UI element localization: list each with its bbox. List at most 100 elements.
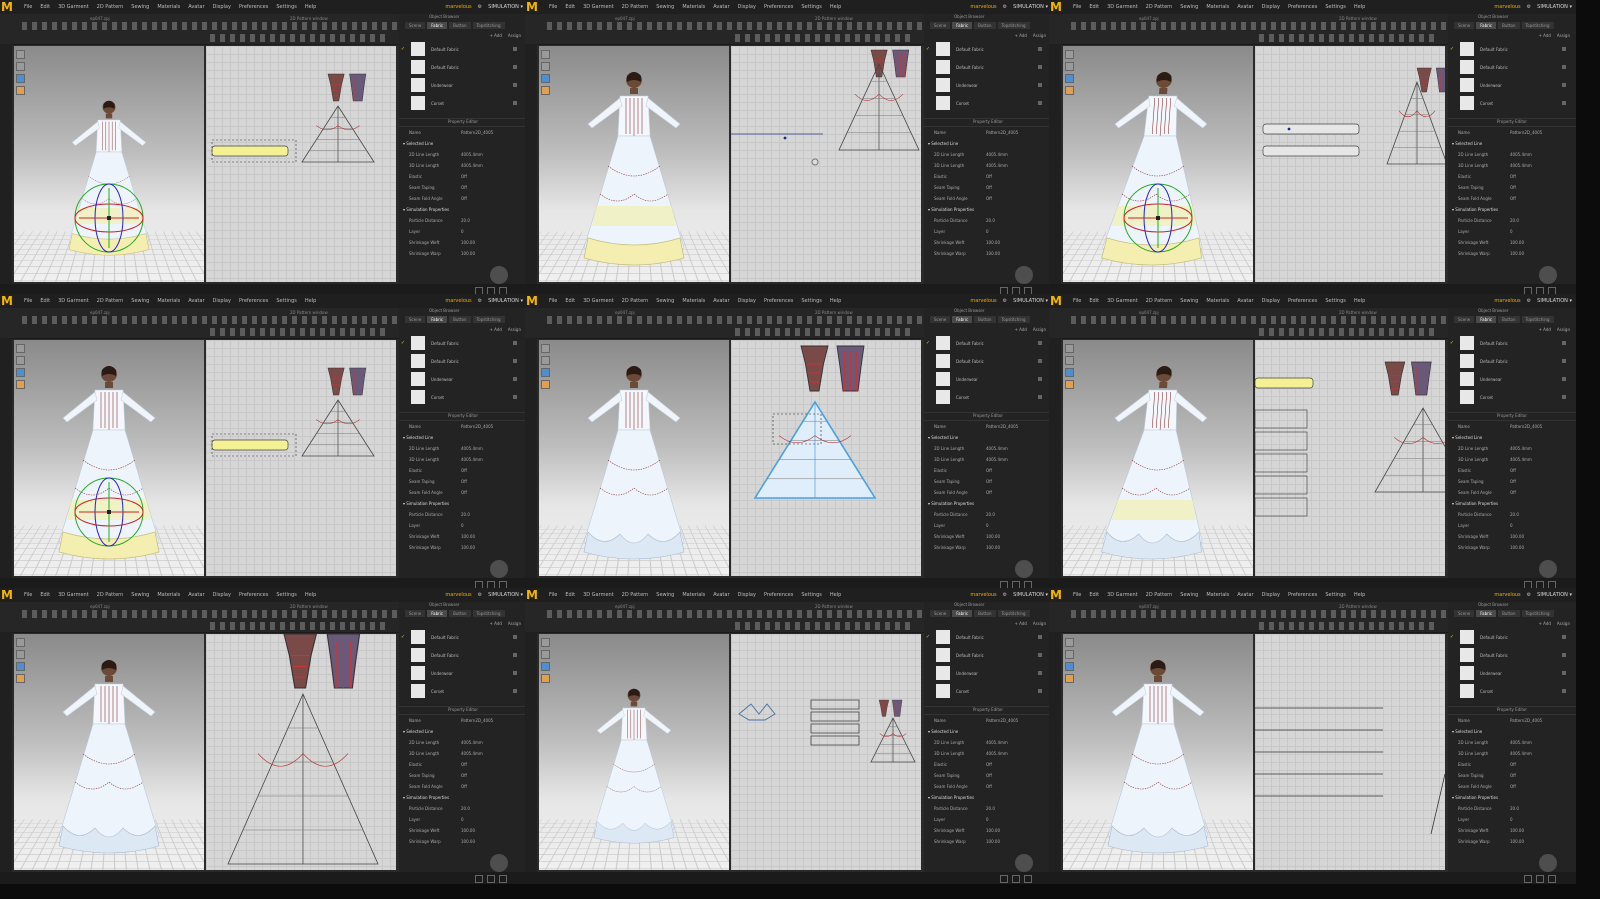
property-value[interactable]: Pattern2D_4005 [986,424,1048,429]
light-tool-icon[interactable] [1065,674,1074,683]
tool-icons-row-2d[interactable] [210,622,390,630]
fabric-item[interactable]: Default Fabric [399,58,527,76]
menu-item-edit[interactable]: Edit [1089,4,1099,10]
menu-item-file[interactable]: File [24,298,32,304]
menu-item-display[interactable]: Display [1262,592,1280,598]
menu-item-avatar[interactable]: Avatar [1237,592,1253,598]
menu-item-edit[interactable]: Edit [565,4,575,10]
menu-item-materials[interactable]: Materials [1206,4,1229,10]
menu-item-2d-pattern[interactable]: 2D Pattern [622,4,649,10]
menu-item-settings[interactable]: Settings [276,4,297,10]
fabric-item[interactable]: Corset [1448,388,1576,406]
gear-icon[interactable]: ⚙ [1527,298,1531,304]
fabric-item[interactable]: Underwear [399,664,527,682]
3d-garment-viewport[interactable] [1063,340,1253,576]
fabric-item[interactable]: ✓ Default Fabric [924,628,1052,646]
property-value[interactable]: Pattern2D_4005 [1510,130,1572,135]
menu-item-avatar[interactable]: Avatar [713,298,729,304]
fabric-item[interactable]: Default Fabric [1448,646,1576,664]
fabric-menu-icon[interactable] [1562,101,1566,105]
fabric-menu-icon[interactable] [1038,653,1042,657]
tab-scene[interactable]: Scene [930,316,951,323]
menu-item-settings[interactable]: Settings [801,298,822,304]
menu-item-preferences[interactable]: Preferences [1288,592,1317,598]
fabric-menu-icon[interactable] [1562,65,1566,69]
menu-item-2d-pattern[interactable]: 2D Pattern [622,592,649,598]
tab-scene[interactable]: Scene [930,610,951,617]
property-value[interactable]: 100.00 [461,240,523,245]
menu-item-materials[interactable]: Materials [682,298,705,304]
add-fabric-button[interactable]: + Add [1015,33,1027,38]
fabric-menu-icon[interactable] [1562,341,1566,345]
menu-item-3d-garment[interactable]: 3D Garment [1107,298,1138,304]
mode-dropdown[interactable]: SIMULATION ▾ [1013,592,1048,598]
add-fabric-button[interactable]: + Add [1539,33,1551,38]
menu-item-display[interactable]: Display [738,4,756,10]
status-icon[interactable] [1012,875,1020,883]
menu-item-settings[interactable]: Settings [1325,4,1346,10]
3d-garment-viewport[interactable] [539,46,729,282]
assign-button[interactable]: Assign [508,33,521,38]
3d-garment-viewport[interactable] [14,46,204,282]
avatar-tool-icon[interactable] [541,638,550,647]
fabric-item[interactable]: Underwear [1448,664,1576,682]
simulation-toggle-button[interactable] [490,560,508,578]
tab-scene[interactable]: Scene [1454,316,1475,323]
status-icon[interactable] [499,875,507,883]
tool-icons-row[interactable] [22,610,402,618]
menu-item-sewing[interactable]: Sewing [131,4,149,10]
tab-button[interactable]: Button [974,610,996,617]
property-value[interactable]: Off [986,174,1048,179]
tab-topstitching[interactable]: Topstitching [997,610,1030,617]
3d-garment-viewport[interactable] [539,634,729,870]
tab-fabric[interactable]: Fabric [952,610,973,617]
menu-item-help[interactable]: Help [305,298,316,304]
property-value[interactable]: 100.00 [986,534,1048,539]
menu-item-display[interactable]: Display [738,298,756,304]
light-tool-icon[interactable] [16,674,25,683]
menu-item-help[interactable]: Help [305,4,316,10]
gear-icon[interactable]: ⚙ [1003,592,1007,598]
property-value[interactable]: 20.0 [1510,806,1572,811]
display-tool-icon[interactable] [1065,74,1074,83]
fabric-menu-icon[interactable] [1562,359,1566,363]
tab-scene[interactable]: Scene [405,22,426,29]
mode-dropdown[interactable]: SIMULATION ▾ [488,592,523,598]
menu-item-materials[interactable]: Materials [157,298,180,304]
tool-icons-row[interactable] [22,22,402,30]
menu-item-materials[interactable]: Materials [682,592,705,598]
menu-item-materials[interactable]: Materials [1206,592,1229,598]
fabric-menu-icon[interactable] [513,83,517,87]
tab-scene[interactable]: Scene [405,316,426,323]
menu-item-sewing[interactable]: Sewing [1180,4,1198,10]
menu-item-materials[interactable]: Materials [157,592,180,598]
assign-button[interactable]: Assign [1033,621,1046,626]
tab-button[interactable]: Button [974,22,996,29]
menu-item-help[interactable]: Help [1354,4,1365,10]
property-value[interactable]: Off [461,490,523,495]
property-value[interactable]: Off [1510,773,1572,778]
tab-button[interactable]: Button [1498,610,1520,617]
property-value[interactable]: Off [986,468,1048,473]
tool-icons-row[interactable] [1071,22,1451,30]
status-icon[interactable] [1524,875,1532,883]
fabric-item[interactable]: Corset [1448,682,1576,700]
property-value[interactable]: Off [1510,174,1572,179]
garment-tool-icon[interactable] [1065,650,1074,659]
tab-fabric[interactable]: Fabric [1476,316,1497,323]
fabric-item[interactable]: Default Fabric [924,58,1052,76]
property-section-header[interactable]: ▾ Selected Line [924,726,1052,737]
garment-tool-icon[interactable] [541,62,550,71]
menu-item-3d-garment[interactable]: 3D Garment [583,298,614,304]
menu-item-avatar[interactable]: Avatar [713,592,729,598]
assign-button[interactable]: Assign [1033,33,1046,38]
fabric-item[interactable]: Default Fabric [924,646,1052,664]
property-section-header[interactable]: ▾ Selected Line [399,138,527,149]
menu-item-settings[interactable]: Settings [276,298,297,304]
menu-item-display[interactable]: Display [1262,298,1280,304]
fabric-item[interactable]: Corset [1448,94,1576,112]
add-fabric-button[interactable]: + Add [1015,621,1027,626]
property-value[interactable]: 100.00 [986,828,1048,833]
3d-garment-viewport[interactable] [539,340,729,576]
property-value[interactable]: 100.00 [461,828,523,833]
